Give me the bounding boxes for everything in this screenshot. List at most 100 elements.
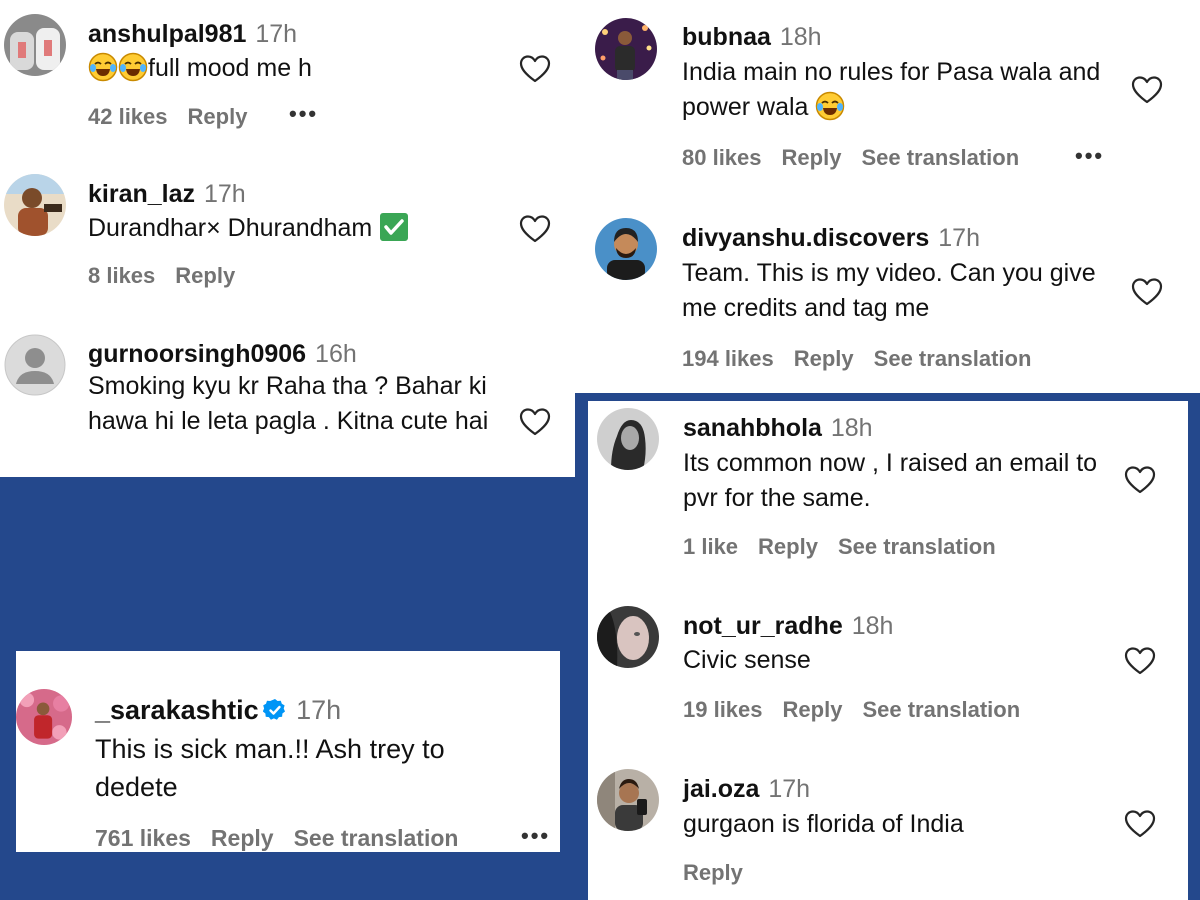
- comment-header: sanahbhola 18h: [683, 412, 873, 444]
- comment-divyanshu: divyanshu.discovers 17h Team. This is my…: [575, 200, 1200, 393]
- timestamp: 16h: [315, 340, 357, 368]
- comment-actions: 8 likes Reply: [88, 262, 255, 290]
- see-translation-button[interactable]: See translation: [294, 824, 459, 852]
- see-translation-button[interactable]: See translation: [861, 144, 1019, 172]
- comment-header: gurnoorsingh0906 16h: [88, 338, 357, 370]
- username[interactable]: not_ur_radhe: [683, 612, 843, 640]
- heart-outline-icon[interactable]: [1124, 465, 1156, 495]
- see-translation-button[interactable]: See translation: [862, 696, 1020, 724]
- comment-text: Civic sense: [683, 646, 811, 674]
- heart-outline-icon[interactable]: [519, 214, 551, 244]
- avatar[interactable]: [597, 769, 659, 831]
- avatar[interactable]: [597, 408, 659, 470]
- comments-panel-bottom-right: sanahbhola 18h Its common now , I raised…: [588, 401, 1188, 900]
- username[interactable]: jai.oza: [683, 775, 759, 803]
- comment-actions: 194 likes Reply See translation: [682, 345, 1031, 373]
- comment-actions: 80 likes Reply See translation: [682, 144, 1019, 172]
- likes-count[interactable]: 19 likes: [683, 696, 763, 724]
- comment-actions: 42 likes Reply: [88, 103, 267, 131]
- more-dots-icon[interactable]: •••: [289, 103, 318, 125]
- comment-text: Durandhar× Dhurandham: [88, 211, 508, 246]
- comment-jaioza: jai.oza 17h gurgaon is florida of India …: [588, 761, 1188, 900]
- comment-header: kiran_laz 17h: [88, 178, 246, 210]
- avatar[interactable]: [597, 606, 659, 668]
- heart-outline-icon[interactable]: [519, 54, 551, 84]
- comment-radhe: not_ur_radhe 18h Civic sense 19 likes Rep…: [588, 601, 1188, 751]
- comment-header: divyanshu.discovers 17h: [682, 222, 980, 254]
- comment-body: full mood me h: [148, 54, 312, 82]
- comment-actions: 19 likes Reply See translation: [683, 696, 1020, 724]
- comment-header: _sarakashtic 17h: [95, 693, 341, 727]
- heart-outline-icon[interactable]: [519, 407, 551, 437]
- comment-text: full mood me h: [88, 51, 488, 86]
- reply-button[interactable]: Reply: [758, 533, 818, 561]
- comment-text: This is sick man.!! Ash trey to dedete: [95, 734, 445, 802]
- comment-text: Its common now , I raised an email to pv…: [683, 449, 1098, 512]
- comment-body: India main no rules for Pasa wala and po…: [682, 58, 1101, 121]
- timestamp: 18h: [851, 612, 894, 640]
- username[interactable]: anshulpal981: [88, 20, 246, 48]
- username[interactable]: bubnaa: [682, 23, 771, 51]
- comment-actions: 761 likes Reply See translation: [95, 824, 458, 852]
- comment-header: jai.oza 17h: [683, 773, 810, 805]
- reply-button[interactable]: Reply: [188, 103, 248, 131]
- comment-bubnaa: bubnaa 18h India main no rules for Pasa …: [575, 0, 1200, 190]
- reply-button[interactable]: Reply: [783, 696, 843, 724]
- comments-panel-bottom-left: _sarakashtic 17h This is sick man.!! Ash…: [16, 651, 560, 852]
- heart-outline-icon[interactable]: [1124, 809, 1156, 839]
- more-dots-icon[interactable]: •••: [521, 825, 550, 847]
- more-dots-icon[interactable]: •••: [1075, 145, 1104, 167]
- see-translation-button[interactable]: See translation: [838, 533, 996, 561]
- likes-count[interactable]: 42 likes: [88, 103, 168, 131]
- username[interactable]: _sarakashtic: [95, 695, 259, 725]
- comment-anshulpal: anshulpal981 17h full mood me h 42 likes…: [0, 0, 575, 150]
- comments-panel-top-right: bubnaa 18h India main no rules for Pasa …: [575, 0, 1200, 393]
- timestamp: 18h: [830, 414, 873, 442]
- reply-button[interactable]: Reply: [794, 345, 854, 373]
- avatar[interactable]: [595, 18, 657, 80]
- avatar[interactable]: [4, 14, 66, 76]
- comment-sarakashtic: _sarakashtic 17h This is sick man.!! Ash…: [16, 651, 560, 852]
- comment-text: gurgaon is florida of India: [683, 810, 964, 838]
- laughing-tears-emoji: [118, 52, 148, 82]
- comment-gurnoor: gurnoorsingh0906 16h Smoking kyu kr Raha…: [0, 320, 575, 477]
- comment-text: Team. This is my video. Can you give me …: [682, 259, 1096, 322]
- reply-button[interactable]: Reply: [175, 262, 235, 290]
- comment-header: not_ur_radhe 18h: [683, 610, 893, 642]
- heart-outline-icon[interactable]: [1131, 277, 1163, 307]
- see-translation-button[interactable]: See translation: [874, 345, 1032, 373]
- likes-count[interactable]: 80 likes: [682, 144, 762, 172]
- likes-count[interactable]: 1 like: [683, 533, 738, 561]
- likes-count[interactable]: 761 likes: [95, 824, 191, 852]
- username[interactable]: gurnoorsingh0906: [88, 340, 306, 368]
- comment-actions: Reply: [683, 859, 763, 887]
- comment-kiran: kiran_laz 17h Durandhar× Dhurandham 8 li…: [0, 160, 575, 310]
- avatar[interactable]: [595, 218, 657, 280]
- heart-outline-icon[interactable]: [1131, 75, 1163, 105]
- reply-button[interactable]: Reply: [683, 859, 743, 887]
- timestamp: 17h: [255, 20, 298, 48]
- timestamp: 17h: [768, 775, 811, 803]
- comments-panel-top-left: anshulpal981 17h full mood me h 42 likes…: [0, 0, 575, 477]
- avatar[interactable]: [4, 174, 66, 236]
- comment-text: India main no rules for Pasa wala and po…: [682, 55, 1102, 125]
- comment-header: bubnaa 18h: [682, 21, 822, 53]
- reply-button[interactable]: Reply: [782, 144, 842, 172]
- timestamp: 18h: [779, 23, 822, 51]
- username[interactable]: sanahbhola: [683, 414, 822, 442]
- comment-body: Durandhar× Dhurandham: [88, 214, 373, 242]
- comment-header: anshulpal981 17h: [88, 18, 297, 50]
- username[interactable]: divyanshu.discovers: [682, 224, 929, 252]
- username[interactable]: kiran_laz: [88, 180, 195, 208]
- reply-button[interactable]: Reply: [211, 824, 274, 852]
- default-avatar-icon[interactable]: [4, 334, 66, 396]
- green-check-emoji: [379, 212, 409, 242]
- timestamp: 17h: [938, 224, 980, 252]
- comment-actions: 1 like Reply See translation: [683, 533, 996, 561]
- heart-outline-icon[interactable]: [1124, 646, 1156, 676]
- timestamp: 17h: [296, 695, 342, 725]
- likes-count[interactable]: 194 likes: [682, 345, 774, 373]
- avatar[interactable]: [16, 689, 72, 745]
- comment-sanahbhola: sanahbhola 18h Its common now , I raised…: [588, 401, 1188, 591]
- likes-count[interactable]: 8 likes: [88, 262, 155, 290]
